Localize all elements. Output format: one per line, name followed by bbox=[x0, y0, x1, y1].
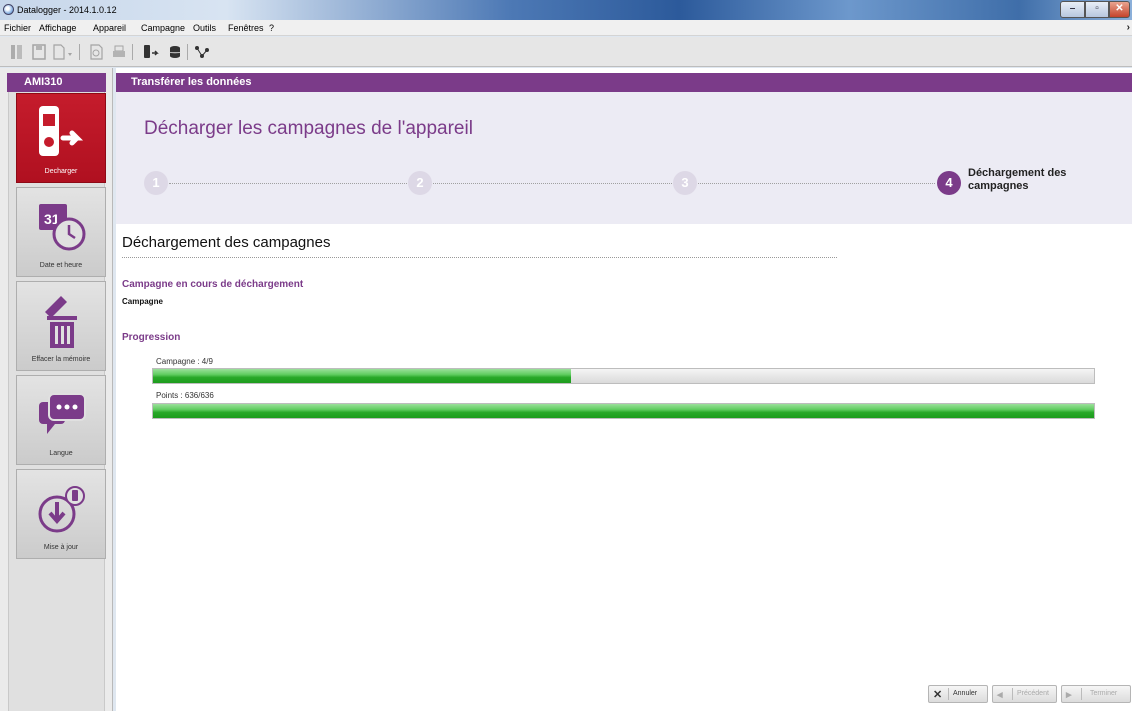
update-download-icon bbox=[38, 486, 85, 533]
menu-campagne[interactable]: Campagne bbox=[141, 23, 185, 33]
preview-icon[interactable] bbox=[90, 44, 104, 60]
minimize-icon: – bbox=[1069, 3, 1076, 14]
main-panel: Transférer les données Décharger les cam… bbox=[116, 68, 1132, 711]
erase-trash-icon bbox=[45, 296, 77, 348]
save-icon[interactable] bbox=[32, 44, 46, 60]
sidebar: AMI310 Decharger 31 Date et heure Efface… bbox=[0, 68, 113, 711]
toolbar-separator bbox=[79, 44, 80, 60]
active-step-label: Déchargement des campagnes bbox=[968, 167, 1067, 192]
campaign-progress-fill bbox=[153, 369, 571, 383]
toolbar-separator bbox=[132, 44, 133, 60]
button-separator bbox=[1012, 688, 1013, 700]
previous-label: Précédent bbox=[1017, 690, 1049, 697]
divider bbox=[122, 257, 837, 258]
wizard-step-1: 1 bbox=[144, 171, 168, 195]
sidebar-item-decharger[interactable]: Decharger bbox=[16, 93, 106, 183]
network-icon[interactable] bbox=[194, 44, 210, 60]
points-progress-label: Points : 636/636 bbox=[156, 391, 214, 400]
sidebar-item-label: Date et heure bbox=[39, 262, 83, 269]
export-icon[interactable] bbox=[52, 44, 74, 60]
content-title: Déchargement des campagnes bbox=[122, 234, 331, 251]
maximize-icon: ▫ bbox=[1095, 3, 1099, 14]
points-progress-fill bbox=[153, 404, 1094, 418]
progress-heading: Progression bbox=[122, 332, 181, 343]
menu-bar: Fichier Affichage Appareil Campagne Outi… bbox=[0, 20, 1132, 36]
current-campaign-value: Campagne bbox=[122, 297, 163, 306]
device-header: AMI310 bbox=[7, 73, 106, 92]
print-icon[interactable] bbox=[112, 44, 126, 60]
previous-button[interactable]: ◂ Précédent bbox=[992, 685, 1057, 703]
wizard-step-4: 4 bbox=[937, 171, 961, 195]
current-campaign-heading: Campagne en cours de déchargement bbox=[122, 279, 304, 290]
wizard-connector bbox=[433, 183, 672, 184]
section-header: Transférer les données bbox=[116, 73, 1132, 92]
cancel-button[interactable]: ✕ Annuler bbox=[928, 685, 988, 703]
points-progress-bar bbox=[152, 403, 1095, 419]
menu-fenetres[interactable]: Fenêtres bbox=[228, 23, 264, 33]
cancel-label: Annuler bbox=[953, 690, 978, 697]
device-download-icon bbox=[39, 106, 84, 156]
close-icon: ✕ bbox=[933, 689, 943, 701]
maximize-button[interactable]: ▫ bbox=[1085, 1, 1109, 18]
title-bar: Datalogger - 2014.1.0.12 – ▫ ✕ bbox=[0, 0, 1132, 20]
wizard-header: Décharger les campagnes de l'appareil 1 … bbox=[116, 92, 1132, 224]
menu-overflow-icon[interactable]: › bbox=[1127, 22, 1130, 33]
finish-button[interactable]: ▸ Terminer bbox=[1061, 685, 1131, 703]
finish-label: Terminer bbox=[1090, 690, 1118, 697]
sidebar-item-effacer-memoire[interactable]: Effacer la mémoire bbox=[16, 281, 106, 371]
device-download-icon[interactable] bbox=[143, 44, 163, 60]
menu-fichier[interactable]: Fichier bbox=[4, 23, 31, 33]
window-title: Datalogger - 2014.1.0.12 bbox=[17, 5, 117, 15]
minimize-button[interactable]: – bbox=[1060, 1, 1085, 18]
speech-bubble-icon bbox=[39, 393, 86, 434]
menu-help[interactable]: ? bbox=[269, 23, 274, 33]
menu-outils[interactable]: Outils bbox=[193, 23, 216, 33]
close-icon: ✕ bbox=[1115, 3, 1124, 14]
sidebar-item-date-et-heure[interactable]: 31 Date et heure bbox=[16, 187, 106, 277]
close-button[interactable]: ✕ bbox=[1109, 1, 1130, 18]
sidebar-item-label: Langue bbox=[49, 450, 73, 457]
wizard-step-2: 2 bbox=[408, 171, 432, 195]
campaign-progress-label: Campagne : 4/9 bbox=[156, 357, 213, 366]
wizard-connector bbox=[169, 183, 407, 184]
sidebar-item-label: Mise à jour bbox=[43, 544, 79, 551]
menu-appareil[interactable]: Appareil bbox=[93, 23, 126, 33]
database-icon[interactable] bbox=[168, 44, 182, 60]
toolbar-separator bbox=[187, 44, 188, 60]
open-icon[interactable] bbox=[10, 44, 24, 60]
calendar-clock-icon: 31 bbox=[39, 204, 86, 251]
app-icon bbox=[3, 4, 14, 15]
wizard-step-3: 3 bbox=[673, 171, 697, 195]
sidebar-item-label: Decharger bbox=[44, 168, 78, 175]
sidebar-item-label: Effacer la mémoire bbox=[31, 356, 91, 363]
wizard-connector bbox=[698, 183, 935, 184]
toolbar bbox=[0, 37, 1132, 67]
button-separator bbox=[948, 688, 949, 700]
arrow-right-icon: ▸ bbox=[1066, 689, 1072, 701]
button-separator bbox=[1081, 688, 1082, 700]
arrow-left-icon: ◂ bbox=[997, 689, 1003, 701]
campaign-progress-bar bbox=[152, 368, 1095, 384]
page-title: Décharger les campagnes de l'appareil bbox=[144, 118, 473, 139]
sidebar-item-mise-a-jour[interactable]: Mise à jour bbox=[16, 469, 106, 559]
sidebar-item-langue[interactable]: Langue bbox=[16, 375, 106, 465]
menu-affichage[interactable]: Affichage bbox=[39, 23, 76, 33]
